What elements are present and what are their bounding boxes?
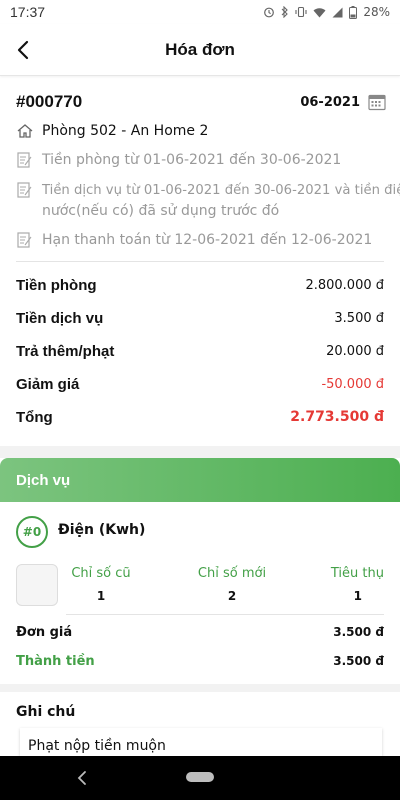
divider xyxy=(66,614,384,615)
summary-label: Tiền dịch vụ xyxy=(16,309,104,327)
due-line: Hạn thanh toán từ 12-06-2021 đến 12-06-2… xyxy=(16,230,372,251)
section-spacer xyxy=(0,684,400,692)
summary-label: Giảm giá xyxy=(16,375,80,393)
usage-label: Tiêu thụ xyxy=(330,566,384,581)
new-reading-label: Chỉ số mới xyxy=(197,566,267,581)
old-reading-value: 1 xyxy=(96,589,106,603)
home-icon xyxy=(17,124,33,138)
back-arrow-icon[interactable] xyxy=(10,36,38,64)
old-reading: Chỉ số cũ 1 xyxy=(66,566,136,603)
divider xyxy=(16,261,384,262)
section-spacer xyxy=(0,446,400,458)
invoice-header: #000770 06-2021 xyxy=(16,90,386,114)
battery-icon xyxy=(349,5,358,19)
room-period: Tiền phòng từ 01-06-2021 đến 30-06-2021 xyxy=(42,152,342,168)
status-icons: 28% xyxy=(263,5,390,19)
note-icon xyxy=(17,182,32,198)
meter-readings: Chỉ số cũ 1 Chỉ số mới 2 Tiêu thụ 1 xyxy=(66,566,384,603)
notes-title: Ghi chú xyxy=(16,704,76,720)
unit-price-row: Đơn giá 3.500 đ xyxy=(16,622,384,642)
battery-level: 28% xyxy=(363,5,390,19)
nav-home-pill[interactable] xyxy=(186,772,214,782)
bluetooth-icon xyxy=(281,6,289,18)
summary-label: Trả thêm/phạt xyxy=(16,342,115,360)
usage: Tiêu thụ 1 xyxy=(328,566,384,603)
service-name: Điện (Kwh) xyxy=(58,522,146,538)
services-header: Dịch vụ xyxy=(0,458,400,502)
summary-value: 3.500 đ xyxy=(334,310,384,326)
status-time: 17:37 xyxy=(10,4,46,20)
system-nav-bar xyxy=(0,756,400,800)
summary-total-row: Tổng 2.773.500 đ xyxy=(16,406,384,428)
amount-value: 3.500 đ xyxy=(333,654,384,668)
summary-label: Tổng xyxy=(16,408,53,426)
service-period-line1: Tiền dịch vụ từ 01-06-2021 đến 30-06-202… xyxy=(42,183,400,198)
service-period-line2: nước(nếu có) đã sử dụng trước đó xyxy=(42,203,280,219)
unit-price-value: 3.500 đ xyxy=(333,625,384,639)
alarm-icon xyxy=(264,7,275,18)
wifi-icon xyxy=(313,7,326,17)
app-bar: Hóa đơn xyxy=(0,24,400,76)
services-title: Dịch vụ xyxy=(16,471,71,489)
room-period-line: Tiền phòng từ 01-06-2021 đến 30-06-2021 xyxy=(16,150,341,171)
amount-row: Thành tiền 3.500 đ xyxy=(16,651,384,671)
due-date: Hạn thanh toán từ 12-06-2021 đến 12-06-2… xyxy=(42,232,373,248)
summary-room-row: Tiền phòng 2.800.000 đ xyxy=(16,274,384,296)
service-period-line: Tiền dịch vụ từ 01-06-2021 đến 30-06-202… xyxy=(16,180,400,222)
summary-total-value: 2.773.500 đ xyxy=(290,409,384,425)
invoice-month: 06-2021 xyxy=(300,94,360,110)
old-reading-label: Chỉ số cũ xyxy=(71,566,131,581)
note-icon xyxy=(17,232,32,248)
unit-price-label: Đơn giá xyxy=(16,624,73,640)
new-reading-value: 2 xyxy=(227,589,237,603)
summary-extra-row: Trả thêm/phạt 20.000 đ xyxy=(16,340,384,362)
calendar-icon[interactable] xyxy=(368,93,386,111)
summary-discount-row: Giảm giá -50.000 đ xyxy=(16,373,384,395)
new-reading: Chỉ số mới 2 xyxy=(192,566,272,603)
status-bar: 17:37 28% xyxy=(0,0,400,24)
nav-back-icon[interactable] xyxy=(74,769,90,787)
invoice-code: #000770 xyxy=(16,92,83,111)
vibrate-icon xyxy=(295,6,307,18)
summary-value: 2.800.000 đ xyxy=(305,277,384,293)
room-line: Phòng 502 - An Home 2 xyxy=(16,121,208,142)
meter-photo-placeholder[interactable] xyxy=(16,564,58,606)
usage-value: 1 xyxy=(353,589,362,603)
note-text: Phạt nộp tiền muộn xyxy=(28,738,166,754)
signal-icon xyxy=(332,7,343,17)
amount-label: Thành tiền xyxy=(16,653,95,669)
summary-value: 20.000 đ xyxy=(326,343,384,359)
service-index-badge: #0 xyxy=(16,516,48,548)
page-title: Hóa đơn xyxy=(165,39,235,59)
note-icon xyxy=(17,152,32,168)
note-card[interactable]: Phạt nộp tiền muộn xyxy=(20,728,382,756)
summary-service-row: Tiền dịch vụ 3.500 đ xyxy=(16,307,384,329)
room-name: Phòng 502 - An Home 2 xyxy=(42,123,209,139)
summary-discount-value: -50.000 đ xyxy=(321,376,384,392)
invoice-month-picker[interactable]: 06-2021 xyxy=(300,93,386,111)
summary-label: Tiền phòng xyxy=(16,276,97,294)
